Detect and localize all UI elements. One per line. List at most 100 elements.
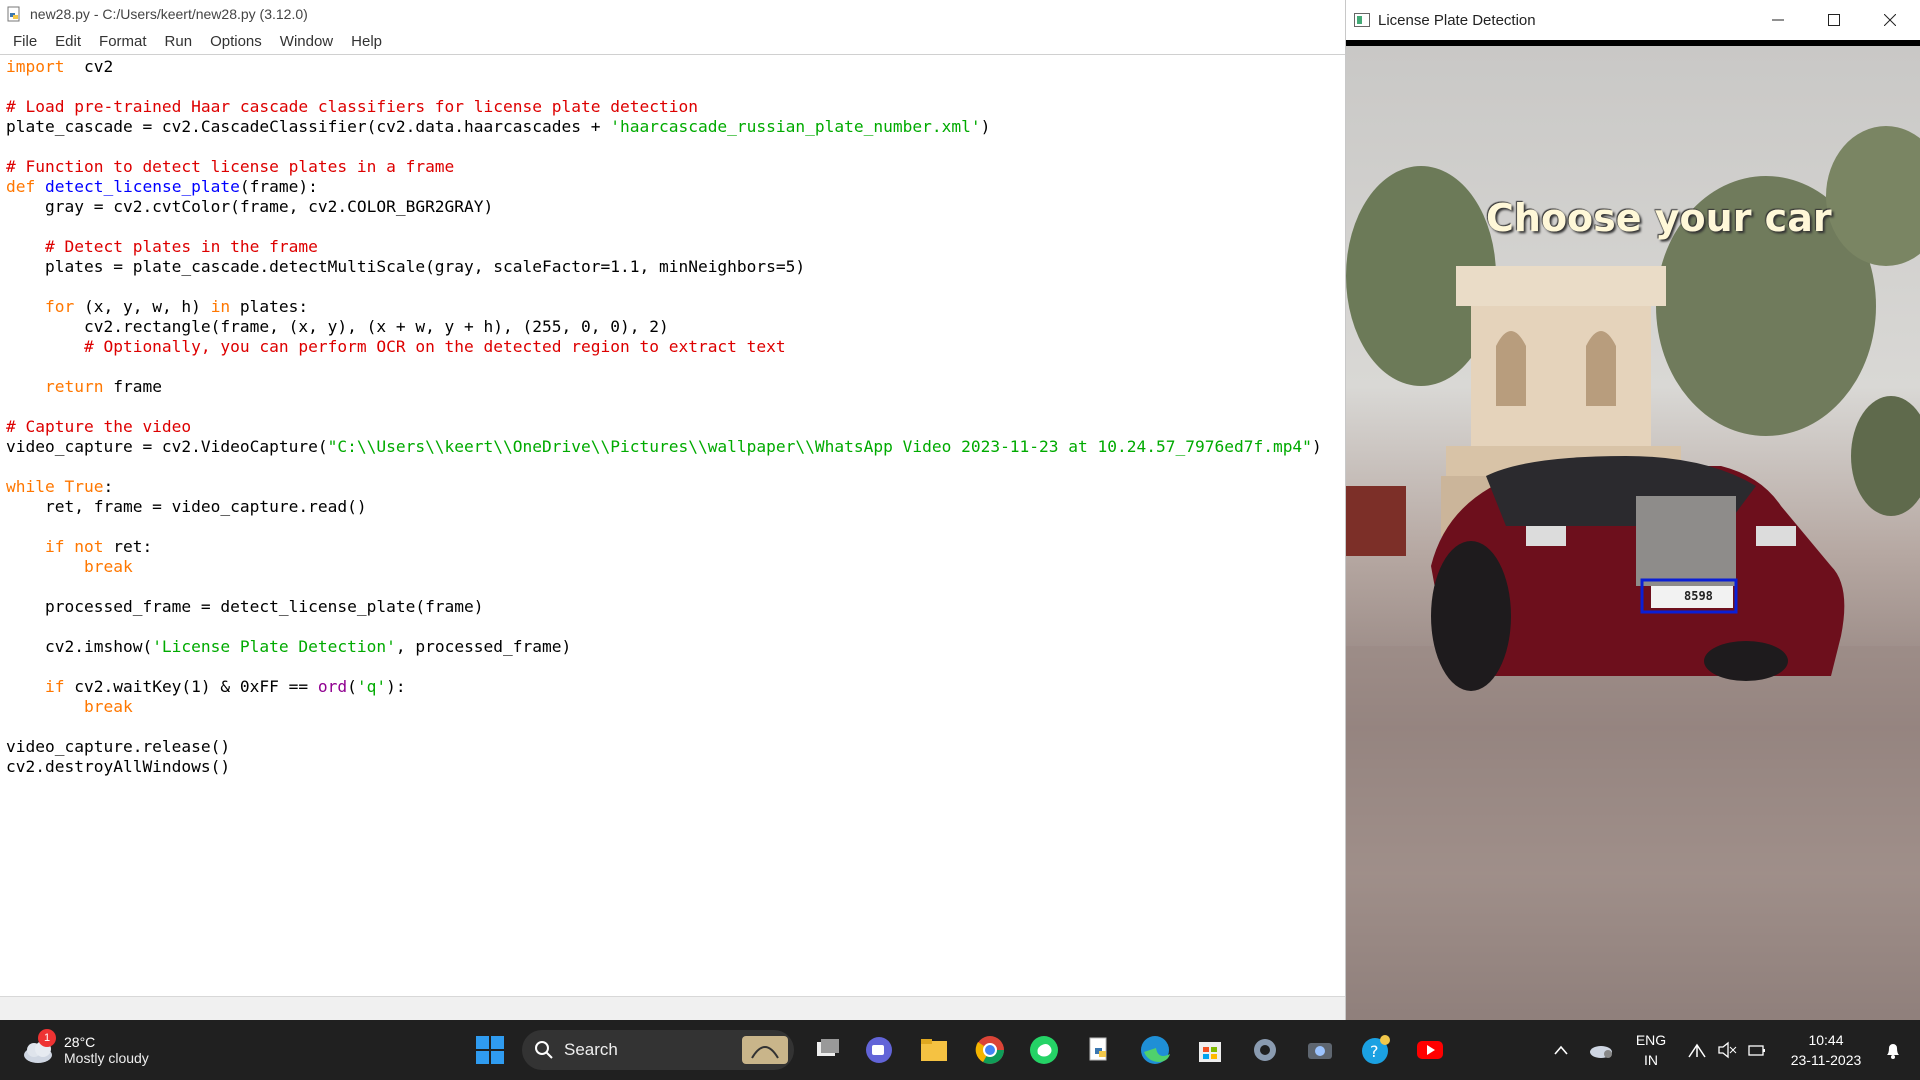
code-editor[interactable]: import cv2 # Load pre-trained Haar cascad… [0, 54, 1345, 996]
code-line[interactable] [6, 277, 1345, 297]
store-button[interactable] [1188, 1020, 1232, 1080]
menu-format[interactable]: Format [90, 33, 156, 50]
volume-button[interactable] [1714, 1020, 1740, 1080]
code-line[interactable]: for (x, y, w, h) in plates: [6, 297, 1345, 317]
code-line[interactable]: # Optionally, you can perform OCR on the… [6, 337, 1345, 357]
close-button[interactable] [1862, 0, 1918, 40]
chrome-button[interactable] [968, 1020, 1012, 1080]
youtube-button[interactable] [1408, 1020, 1452, 1080]
maximize-icon [1828, 14, 1840, 26]
menu-bar: File Edit Format Run Options Window Help [0, 28, 1345, 54]
show-hidden-icons-button[interactable] [1548, 1020, 1574, 1080]
code-line[interactable]: return frame [6, 377, 1345, 397]
code-line[interactable]: if not ret: [6, 537, 1345, 557]
code-line[interactable]: cv2.rectangle(frame, (x, y), (x + w, y +… [6, 317, 1345, 337]
code-line[interactable]: # Function to detect license plates in a… [6, 157, 1345, 177]
code-line[interactable]: break [6, 697, 1345, 717]
code-line[interactable]: while True: [6, 477, 1345, 497]
start-button[interactable] [468, 1020, 512, 1080]
task-view-icon [817, 1039, 839, 1056]
code-line[interactable]: # Detect plates in the frame [6, 237, 1345, 257]
minimize-button[interactable] [1750, 0, 1806, 40]
clock-time: 10:44 [1808, 1032, 1844, 1048]
video-frame: Choose your car 8598 [1346, 40, 1920, 1020]
network-button[interactable] [1684, 1020, 1710, 1080]
folder-icon [921, 1039, 947, 1061]
code-line[interactable]: import cv2 [6, 57, 1345, 77]
code-line[interactable]: ret, frame = video_capture.read() [6, 497, 1345, 517]
task-view-button[interactable] [805, 1020, 849, 1080]
help-button[interactable]: ? [1353, 1020, 1397, 1080]
code-line[interactable]: gray = cv2.cvtColor(frame, cv2.COLOR_BGR… [6, 197, 1345, 217]
search-icon [535, 1041, 553, 1059]
code-line[interactable] [6, 397, 1345, 417]
menu-help[interactable]: Help [342, 33, 391, 50]
menu-run[interactable]: Run [156, 33, 202, 50]
notifications-button[interactable] [1876, 1020, 1910, 1080]
code-line[interactable]: cv2.destroyAllWindows() [6, 757, 1345, 777]
idle-titlebar[interactable]: new28.py - C:/Users/keert/new28.py (3.12… [0, 0, 1345, 28]
close-icon [1884, 14, 1896, 26]
code-line[interactable]: plates = plate_cascade.detectMultiScale(… [6, 257, 1345, 277]
settings-button[interactable] [1243, 1020, 1287, 1080]
weather-condition: Mostly cloudy [64, 1050, 149, 1066]
python-idle-icon [1089, 1037, 1107, 1061]
code-line[interactable] [6, 517, 1345, 537]
car-scene-image [1346, 126, 1920, 1020]
code-line[interactable]: cv2.imshow('License Plate Detection', pr… [6, 637, 1345, 657]
search-highlight-icon [742, 1036, 788, 1064]
youtube-icon [1417, 1041, 1443, 1059]
code-line[interactable]: break [6, 557, 1345, 577]
idle-taskbar-button[interactable] [1077, 1020, 1121, 1080]
menu-window[interactable]: Window [271, 33, 342, 50]
taskbar-search[interactable]: Search [522, 1030, 794, 1070]
camera-button[interactable] [1298, 1020, 1342, 1080]
python-file-icon [7, 6, 20, 22]
maximize-button[interactable] [1806, 0, 1862, 40]
code-line[interactable]: plate_cascade = cv2.CascadeClassifier(cv… [6, 117, 1345, 137]
code-line[interactable] [6, 217, 1345, 237]
onedrive-button[interactable] [1584, 1020, 1618, 1080]
code-line[interactable] [6, 657, 1345, 677]
code-line[interactable] [6, 137, 1345, 157]
code-line[interactable]: if cv2.waitKey(1) & 0xFF == ord('q'): [6, 677, 1345, 697]
code-line[interactable]: # Capture the video [6, 417, 1345, 437]
code-line[interactable] [6, 717, 1345, 737]
code-line[interactable] [6, 457, 1345, 477]
menu-edit[interactable]: Edit [46, 33, 90, 50]
code-line[interactable] [6, 357, 1345, 377]
menu-file[interactable]: File [4, 33, 46, 50]
code-line[interactable]: processed_frame = detect_license_plate(f… [6, 597, 1345, 617]
edge-button[interactable] [1133, 1020, 1177, 1080]
code-text[interactable]: import cv2 # Load pre-trained Haar cascad… [0, 55, 1345, 777]
language-line2: IN [1644, 1052, 1658, 1068]
chevron-up-icon [1554, 1045, 1568, 1055]
code-line[interactable] [6, 617, 1345, 637]
search-label: Search [564, 1040, 618, 1059]
camera-icon [1308, 1043, 1332, 1059]
whatsapp-icon [1030, 1036, 1058, 1064]
code-line[interactable] [6, 577, 1345, 597]
whatsapp-button[interactable] [1022, 1020, 1066, 1080]
menu-options[interactable]: Options [201, 33, 271, 50]
code-line[interactable]: # Load pre-trained Haar cascade classifi… [6, 97, 1345, 117]
code-line[interactable] [6, 77, 1345, 97]
idle-window-title: new28.py - C:/Users/keert/new28.py (3.12… [30, 6, 308, 22]
store-icon [1199, 1042, 1221, 1062]
clock-button[interactable]: 10:44 23-11-2023 [1776, 1020, 1876, 1080]
chrome-icon [975, 1036, 1004, 1064]
video-titlebar[interactable]: License Plate Detection [1346, 0, 1920, 40]
code-line[interactable]: def detect_license_plate(frame): [6, 177, 1345, 197]
weather-widget[interactable]: 1 28°C Mostly cloudy [20, 1020, 180, 1080]
teams-chat-button[interactable] [857, 1020, 901, 1080]
svg-text:?: ? [1370, 1042, 1379, 1061]
opencv-window-icon [1354, 13, 1370, 27]
file-explorer-button[interactable] [912, 1020, 956, 1080]
taskbar: 1 28°C Mostly cloudy Search ? ENG IN 10:… [0, 1020, 1920, 1080]
battery-button[interactable] [1744, 1020, 1770, 1080]
code-line[interactable]: video_capture.release() [6, 737, 1345, 757]
code-line[interactable]: video_capture = cv2.VideoCapture("C:\\Us… [6, 437, 1345, 457]
get-help-icon: ? [1362, 1035, 1390, 1064]
language-indicator[interactable]: ENG IN [1626, 1020, 1676, 1080]
gear-icon [1254, 1039, 1276, 1061]
